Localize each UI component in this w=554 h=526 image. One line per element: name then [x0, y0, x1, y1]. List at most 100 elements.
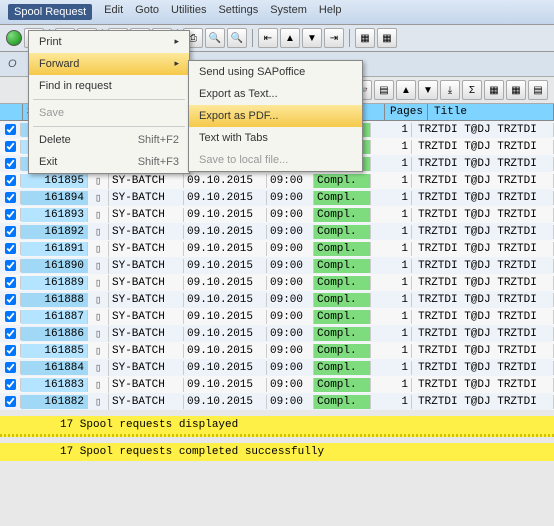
document-icon[interactable]: ▯ — [88, 275, 109, 291]
menu-item-forward[interactable]: Forward — [29, 53, 189, 75]
find-next-icon[interactable]: 🔍 — [227, 28, 247, 48]
document-icon[interactable]: ▯ — [88, 326, 109, 342]
table-row[interactable]: 161889▯SY-BATCH09.10.201509:00Compl.1TRZ… — [0, 274, 554, 291]
cell-user: SY-BATCH — [109, 191, 184, 205]
export-icon[interactable]: ⤓ — [440, 80, 460, 100]
row-checkbox[interactable] — [0, 344, 21, 357]
menu-help[interactable]: Help — [319, 4, 342, 20]
filter-icon[interactable]: ▤ — [374, 80, 394, 100]
menu-item-text-with-tabs[interactable]: Text with Tabs — [189, 127, 362, 149]
cell-time: 09:00 — [267, 344, 314, 358]
row-checkbox[interactable] — [0, 123, 21, 136]
first-page-icon[interactable]: ⇤ — [258, 28, 278, 48]
cell-time: 09:00 — [267, 293, 314, 307]
cell-time: 09:00 — [267, 310, 314, 324]
table-row[interactable]: 161882▯SY-BATCH09.10.201509:00Compl.1TRZ… — [0, 393, 554, 410]
document-icon[interactable]: ▯ — [88, 343, 109, 359]
table-row[interactable]: 161888▯SY-BATCH09.10.201509:00Compl.1TRZ… — [0, 291, 554, 308]
document-icon[interactable]: ▯ — [88, 360, 109, 376]
row-checkbox[interactable] — [0, 310, 21, 323]
cell-title: TRZTDI T@DJ TRZTDI — [412, 327, 554, 341]
menu-item-exit[interactable]: ExitShift+F3 — [29, 151, 189, 173]
table-row[interactable]: 161886▯SY-BATCH09.10.201509:00Compl.1TRZ… — [0, 325, 554, 342]
ok-indicator-icon[interactable] — [6, 30, 22, 46]
layout-icon[interactable]: ▦ — [484, 80, 504, 100]
document-icon[interactable]: ▯ — [88, 241, 109, 257]
row-checkbox[interactable] — [0, 378, 21, 391]
table-row[interactable]: 161895▯SY-BATCH09.10.201509:00Compl.1TRZ… — [0, 172, 554, 189]
col-title[interactable]: Title — [428, 104, 554, 120]
col-pages[interactable]: Pages — [385, 104, 428, 120]
row-checkbox[interactable] — [0, 140, 21, 153]
row-checkbox[interactable] — [0, 327, 21, 340]
cell-user: SY-BATCH — [109, 208, 184, 222]
table-row[interactable]: 161885▯SY-BATCH09.10.201509:00Compl.1TRZ… — [0, 342, 554, 359]
menu-settings[interactable]: Settings — [218, 4, 258, 20]
row-checkbox[interactable] — [0, 208, 21, 221]
cell-title: TRZTDI T@DJ TRZTDI — [412, 242, 554, 256]
row-checkbox[interactable] — [0, 225, 21, 238]
menu-item-delete[interactable]: DeleteShift+F2 — [29, 129, 189, 151]
document-icon[interactable]: ▯ — [88, 377, 109, 393]
prev-page-icon[interactable]: ▲ — [280, 28, 300, 48]
cell-user: SY-BATCH — [109, 174, 184, 188]
sort-desc-icon[interactable]: ▼ — [418, 80, 438, 100]
row-checkbox[interactable] — [0, 259, 21, 272]
table-row[interactable]: 161884▯SY-BATCH09.10.201509:00Compl.1TRZ… — [0, 359, 554, 376]
menu-utilities[interactable]: Utilities — [171, 4, 206, 20]
document-icon[interactable]: ▯ — [88, 258, 109, 274]
document-icon[interactable]: ▯ — [88, 207, 109, 223]
table-row[interactable]: 161891▯SY-BATCH09.10.201509:00Compl.1TRZ… — [0, 240, 554, 257]
footer-completed: 17 Spool requests completed successfully — [0, 443, 554, 461]
table-row[interactable]: 161890▯SY-BATCH09.10.201509:00Compl.1TRZ… — [0, 257, 554, 274]
menu-system[interactable]: System — [270, 4, 307, 20]
row-checkbox[interactable] — [0, 242, 21, 255]
settings-icon[interactable]: ▤ — [528, 80, 548, 100]
cell-time: 09:00 — [267, 191, 314, 205]
find-icon[interactable]: 🔍 — [205, 28, 225, 48]
menu-edit[interactable]: Edit — [104, 4, 123, 20]
menu-item-find-in-request[interactable]: Find in request — [29, 75, 189, 97]
cell-date: 09.10.2015 — [184, 191, 267, 205]
document-icon[interactable]: ▯ — [88, 309, 109, 325]
cell-user: SY-BATCH — [109, 361, 184, 375]
row-checkbox[interactable] — [0, 395, 21, 408]
cell-title: TRZTDI T@DJ TRZTDI — [412, 208, 554, 222]
last-page-icon[interactable]: ⇥ — [324, 28, 344, 48]
menu-item-export-as-pdf-[interactable]: Export as PDF... — [189, 105, 362, 127]
select-icon[interactable]: ▦ — [506, 80, 526, 100]
row-checkbox[interactable] — [0, 361, 21, 374]
next-page-icon[interactable]: ▼ — [302, 28, 322, 48]
cell-date: 09.10.2015 — [184, 395, 267, 409]
menu-item-send-using-sapoffice[interactable]: Send using SAPoffice — [189, 61, 362, 83]
row-checkbox[interactable] — [0, 174, 21, 187]
cell-date: 09.10.2015 — [184, 293, 267, 307]
row-checkbox[interactable] — [0, 157, 21, 170]
table-row[interactable]: 161893▯SY-BATCH09.10.201509:00Compl.1TRZ… — [0, 206, 554, 223]
tool1-icon[interactable]: ▦ — [355, 28, 375, 48]
row-checkbox[interactable] — [0, 191, 21, 204]
row-checkbox[interactable] — [0, 293, 21, 306]
table-row[interactable]: 161887▯SY-BATCH09.10.201509:00Compl.1TRZ… — [0, 308, 554, 325]
document-icon[interactable]: ▯ — [88, 190, 109, 206]
cell-pages: 1 — [371, 123, 412, 137]
menu-spool-request[interactable]: Spool Request — [8, 4, 92, 20]
table-row[interactable]: 161892▯SY-BATCH09.10.201509:00Compl.1TRZ… — [0, 223, 554, 240]
table-row[interactable]: 161883▯SY-BATCH09.10.201509:00Compl.1TRZ… — [0, 376, 554, 393]
menu-goto[interactable]: Goto — [135, 4, 159, 20]
document-icon[interactable]: ▯ — [88, 224, 109, 240]
tool2-icon[interactable]: ▦ — [377, 28, 397, 48]
document-icon[interactable]: ▯ — [88, 292, 109, 308]
cell-spoolno: 161893 — [21, 208, 88, 222]
menu-item-export-as-text-[interactable]: Export as Text... — [189, 83, 362, 105]
cell-title: TRZTDI T@DJ TRZTDI — [412, 293, 554, 307]
menu-item-print[interactable]: Print — [29, 31, 189, 53]
cell-pages: 1 — [371, 293, 412, 307]
row-checkbox[interactable] — [0, 276, 21, 289]
document-icon[interactable]: ▯ — [88, 173, 109, 189]
table-row[interactable]: 161894▯SY-BATCH09.10.201509:00Compl.1TRZ… — [0, 189, 554, 206]
sum-icon[interactable]: Σ — [462, 80, 482, 100]
document-icon[interactable]: ▯ — [88, 394, 109, 410]
sort-asc-icon[interactable]: ▲ — [396, 80, 416, 100]
cell-pages: 1 — [371, 344, 412, 358]
